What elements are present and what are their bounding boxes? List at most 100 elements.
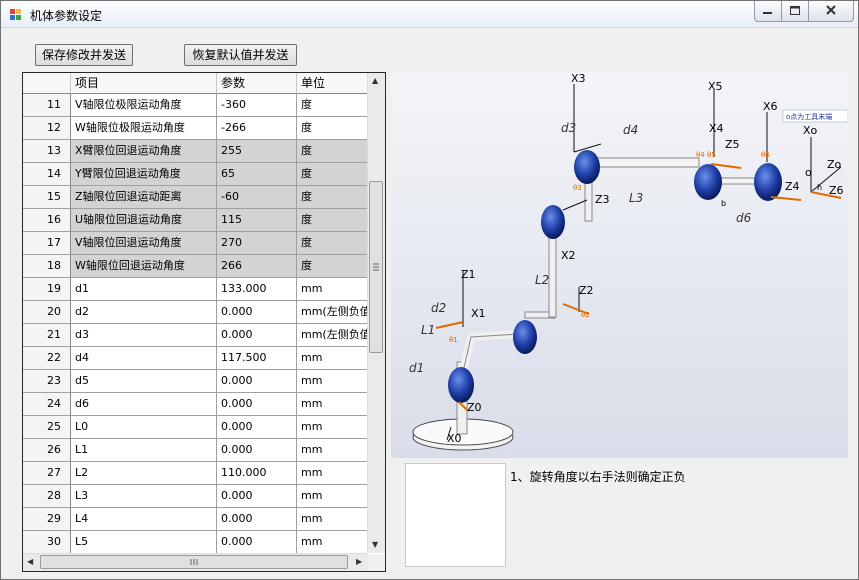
value-cell[interactable]: 0.000	[217, 324, 297, 347]
column-header-value[interactable]: 参数	[217, 73, 297, 94]
tool-end-note: o点为工具末端	[786, 112, 832, 121]
title-bar: 机体参数设定	[1, 1, 858, 28]
item-cell: X臂限位回退运动角度	[71, 140, 217, 163]
label-x4: X4	[709, 122, 724, 135]
table-row[interactable]: 27 L2 110.000 mm	[23, 462, 368, 485]
table-row[interactable]: 16 U轴限位回退运动角度 115 度	[23, 209, 368, 232]
joint-5	[754, 163, 782, 201]
row-number: 26	[23, 439, 71, 462]
joint-base	[448, 367, 474, 403]
table-row[interactable]: 15 Z轴限位回退运动距离 -60 度	[23, 186, 368, 209]
item-cell: d5	[71, 370, 217, 393]
label-theta3: θ3	[573, 184, 582, 192]
scroll-right-icon[interactable]: ▶	[356, 557, 362, 566]
value-cell[interactable]: 270	[217, 232, 297, 255]
value-cell[interactable]: 0.000	[217, 439, 297, 462]
label-zo: Zo	[827, 158, 842, 171]
label-z2: Z2	[579, 284, 594, 297]
unit-cell: 度	[297, 140, 368, 163]
table-row[interactable]: 28 L3 0.000 mm	[23, 485, 368, 508]
value-cell[interactable]: 133.000	[217, 278, 297, 301]
table-row[interactable]: 29 L4 0.000 mm	[23, 508, 368, 531]
column-header-item[interactable]: 项目	[71, 73, 217, 94]
column-header-unit[interactable]: 单位	[297, 73, 368, 94]
window-title: 机体参数设定	[30, 9, 103, 23]
table-row[interactable]: 22 d4 117.500 mm	[23, 347, 368, 370]
restore-defaults-button[interactable]: 恢复默认值并发送	[184, 44, 297, 66]
close-icon	[826, 5, 836, 15]
table-row[interactable]: 30 L5 0.000 mm	[23, 531, 368, 553]
horizontal-scroll-thumb[interactable]	[40, 555, 348, 569]
joint-4	[694, 164, 722, 200]
table-row[interactable]: 19 d1 133.000 mm	[23, 278, 368, 301]
value-cell[interactable]: -60	[217, 186, 297, 209]
item-cell: d3	[71, 324, 217, 347]
scroll-left-icon[interactable]: ◀	[27, 557, 33, 566]
maximize-button[interactable]	[782, 1, 809, 21]
item-cell: V轴限位极限运动角度	[71, 94, 217, 117]
table-row[interactable]: 26 L1 0.000 mm	[23, 439, 368, 462]
label-theta2: θ2	[581, 311, 590, 319]
value-cell[interactable]: -360	[217, 94, 297, 117]
table-row[interactable]: 24 d6 0.000 mm	[23, 393, 368, 416]
value-cell[interactable]: 0.000	[217, 393, 297, 416]
value-cell[interactable]: 0.000	[217, 416, 297, 439]
table-row[interactable]: 17 V轴限位回退运动角度 270 度	[23, 232, 368, 255]
value-cell[interactable]: 266	[217, 255, 297, 278]
label-d3: d3	[561, 121, 576, 135]
label-x2: X2	[561, 249, 576, 262]
value-cell[interactable]: 0.000	[217, 531, 297, 553]
grip-icon	[373, 263, 379, 271]
value-cell[interactable]: 255	[217, 140, 297, 163]
value-cell[interactable]: 115	[217, 209, 297, 232]
unit-cell: mm	[297, 370, 368, 393]
parameter-grid[interactable]: 项目 参数 单位 11 V轴限位极限运动角度 -360 度 12 W轴限位极限运动角度 -2…	[22, 72, 386, 572]
value-cell[interactable]: 0.000	[217, 485, 297, 508]
table-row[interactable]: 18 W轴限位回退运动角度 266 度	[23, 255, 368, 278]
close-button[interactable]	[809, 1, 853, 21]
main-window: 机体参数设定 保存修改并发送 恢复默认值并发送 项目 参数 单位 11 V轴限位极…	[0, 0, 859, 580]
row-number: 22	[23, 347, 71, 370]
value-cell[interactable]: 0.000	[217, 508, 297, 531]
value-cell[interactable]: 117.500	[217, 347, 297, 370]
vertical-scrollbar[interactable]: ▲ ▼	[367, 73, 385, 553]
table-row[interactable]: 23 d5 0.000 mm	[23, 370, 368, 393]
table-row[interactable]: 14 Y臂限位回退运动角度 65 度	[23, 163, 368, 186]
item-cell: L0	[71, 416, 217, 439]
item-cell: Y臂限位回退运动角度	[71, 163, 217, 186]
app-icon	[10, 9, 21, 20]
horizontal-scrollbar[interactable]: ◀ ▶	[23, 553, 368, 571]
row-number: 12	[23, 117, 71, 140]
row-number: 13	[23, 140, 71, 163]
item-cell: d1	[71, 278, 217, 301]
value-cell[interactable]: 110.000	[217, 462, 297, 485]
row-number: 11	[23, 94, 71, 117]
vertical-scroll-thumb[interactable]	[369, 181, 383, 353]
item-cell: L3	[71, 485, 217, 508]
table-row[interactable]: 13 X臂限位回退运动角度 255 度	[23, 140, 368, 163]
scroll-down-icon[interactable]: ▼	[372, 540, 378, 549]
row-number: 25	[23, 416, 71, 439]
label-d4: d4	[623, 123, 638, 137]
table-row[interactable]: 11 V轴限位极限运动角度 -360 度	[23, 94, 368, 117]
unit-cell: mm	[297, 485, 368, 508]
item-cell: Z轴限位回退运动距离	[71, 186, 217, 209]
unit-cell: mm	[297, 439, 368, 462]
value-cell[interactable]: 0.000	[217, 370, 297, 393]
table-row[interactable]: 12 W轴限位极限运动角度 -266 度	[23, 117, 368, 140]
table-row[interactable]: 20 d2 0.000 mm(左侧负值	[23, 301, 368, 324]
value-cell[interactable]: 65	[217, 163, 297, 186]
table-row[interactable]: 25 L0 0.000 mm	[23, 416, 368, 439]
value-cell[interactable]: -266	[217, 117, 297, 140]
item-cell: L5	[71, 531, 217, 553]
minimize-button[interactable]	[755, 1, 782, 21]
unit-cell: mm	[297, 278, 368, 301]
table-row[interactable]: 21 d3 0.000 mm(左侧负值	[23, 324, 368, 347]
row-number: 15	[23, 186, 71, 209]
value-cell[interactable]: 0.000	[217, 301, 297, 324]
scroll-up-icon[interactable]: ▲	[372, 76, 378, 85]
label-l3: L3	[629, 191, 643, 205]
label-theta4-5: θ4 θ5	[696, 151, 716, 159]
save-and-send-button[interactable]: 保存修改并发送	[35, 44, 133, 66]
unit-cell: mm	[297, 531, 368, 553]
